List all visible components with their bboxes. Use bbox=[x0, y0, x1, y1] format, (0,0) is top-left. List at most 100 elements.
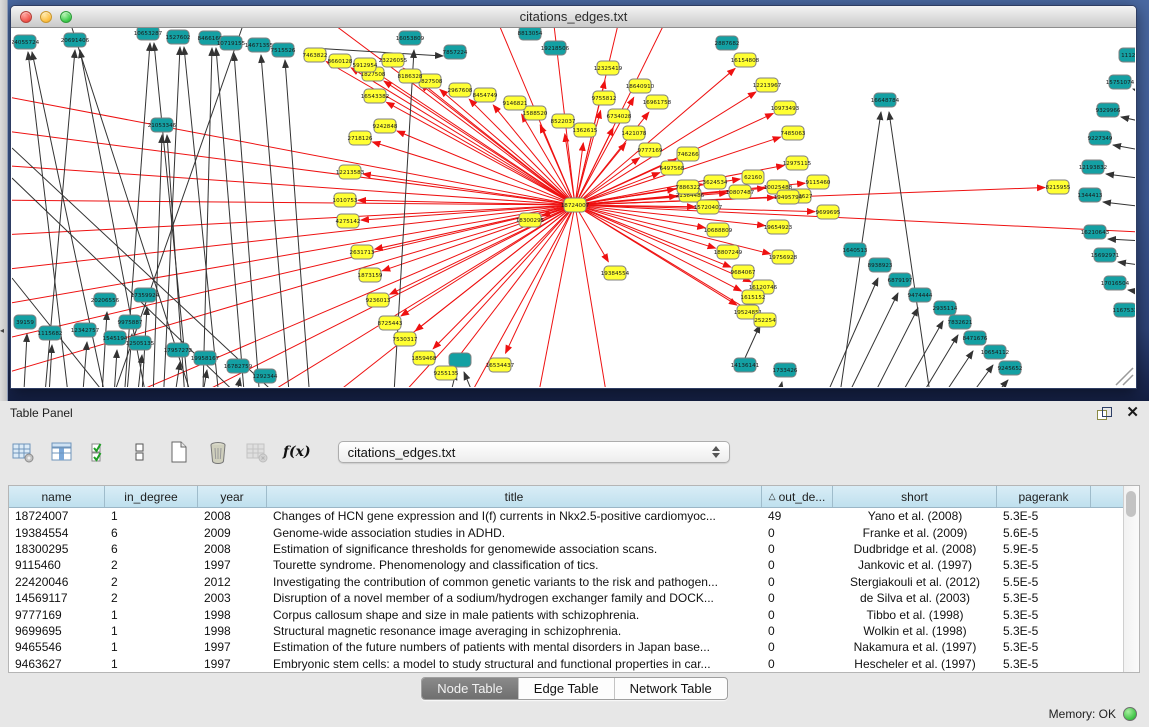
table-row[interactable]: 946362711997Embryonic stem cells: a mode… bbox=[9, 656, 1123, 672]
graph-node[interactable]: 23226055 bbox=[379, 53, 408, 67]
graph-node[interactable]: 24055724 bbox=[12, 35, 40, 49]
graph-node[interactable]: 1344413 bbox=[1078, 188, 1103, 202]
table-row[interactable]: 977716911998Corpus callosum shape and si… bbox=[9, 606, 1123, 622]
deselect-all-columns-icon[interactable] bbox=[127, 439, 153, 465]
graph-node[interactable]: 8186328 bbox=[398, 69, 423, 83]
window-resize-grip[interactable] bbox=[1116, 368, 1133, 385]
column-header-short[interactable]: short bbox=[833, 486, 997, 507]
graph-node[interactable]: 8471676 bbox=[963, 331, 988, 345]
table-row[interactable]: 1830029562008Estimation of significance … bbox=[9, 541, 1123, 557]
tab-node-table[interactable]: Node Table bbox=[422, 678, 518, 699]
graph-node[interactable]: 7530317 bbox=[393, 332, 418, 346]
graph-node[interactable]: 18807249 bbox=[714, 245, 743, 259]
minimize-window-button[interactable] bbox=[40, 11, 52, 23]
column-header-pagerank[interactable]: pagerank bbox=[997, 486, 1091, 507]
graph-node[interactable]: 9699695 bbox=[816, 205, 841, 219]
graph-node[interactable]: 2935114 bbox=[933, 301, 958, 315]
graph-node[interactable]: 16534437 bbox=[486, 358, 515, 372]
column-header-out_de[interactable]: △out_de... bbox=[762, 486, 833, 507]
graph-node[interactable]: 2887682 bbox=[715, 36, 740, 50]
control-panel-edge[interactable]: ◂ bbox=[0, 0, 8, 401]
graph-node[interactable]: 20206556 bbox=[91, 293, 120, 307]
graph-node[interactable]: 10653287 bbox=[134, 28, 163, 40]
graph-node[interactable]: 8454749 bbox=[473, 88, 498, 102]
graph-node[interactable]: 1545194 bbox=[103, 331, 128, 345]
graph-node[interactable]: 19218506 bbox=[541, 41, 570, 55]
column-header-name[interactable]: name bbox=[9, 486, 105, 507]
graph-node[interactable]: 9227349 bbox=[1088, 131, 1113, 145]
graph-node[interactable]: 9245652 bbox=[998, 361, 1023, 375]
graph-node[interactable]: 17359924 bbox=[131, 288, 160, 302]
select-all-columns-icon[interactable] bbox=[88, 439, 114, 465]
graph-node[interactable]: 16053809 bbox=[396, 31, 425, 45]
graph-node[interactable]: 4275142 bbox=[336, 214, 361, 228]
graph-node[interactable]: 9146821 bbox=[503, 96, 528, 110]
graph-node[interactable]: 15751074 bbox=[1106, 75, 1135, 89]
graph-node[interactable]: 16648784 bbox=[871, 93, 900, 107]
create-column-icon[interactable] bbox=[166, 439, 192, 465]
graph-node[interactable]: 10688809 bbox=[704, 223, 733, 237]
graph-node[interactable]: 9329966 bbox=[1096, 103, 1121, 117]
graph-node[interactable]: 12213967 bbox=[753, 78, 782, 92]
graph-node[interactable]: 12505135 bbox=[126, 336, 155, 350]
network-window-titlebar[interactable]: citations_edges.txt bbox=[11, 6, 1136, 28]
show-columns-icon[interactable] bbox=[49, 439, 75, 465]
graph-node[interactable]: 1733426 bbox=[773, 363, 798, 377]
graph-node[interactable]: 10807487 bbox=[726, 185, 755, 199]
table-row[interactable]: 1872400712008Changes of HCN gene express… bbox=[9, 508, 1123, 524]
graph-node[interactable]: 20691406 bbox=[61, 33, 90, 47]
graph-node[interactable]: 17016504 bbox=[1101, 276, 1130, 290]
graph-node[interactable]: 1421078 bbox=[622, 126, 647, 140]
graph-node[interactable]: 6497568 bbox=[660, 161, 685, 175]
graph-node[interactable]: 18300295 bbox=[516, 213, 545, 227]
graph-node[interactable]: 9242848 bbox=[373, 119, 398, 133]
graph-node[interactable]: 9755812 bbox=[592, 91, 617, 105]
network-canvas[interactable]: 18724007 24055724 20691406 106532871527602 8… bbox=[12, 28, 1135, 387]
graph-node[interactable]: 8813054 bbox=[518, 28, 543, 40]
graph-node[interactable]: 1167533 bbox=[1113, 303, 1135, 317]
graph-node[interactable]: 16961758 bbox=[643, 95, 672, 109]
table-mode-icon[interactable] bbox=[10, 439, 36, 465]
graph-node[interactable]: 6879197 bbox=[888, 273, 913, 287]
delete-column-icon[interactable] bbox=[205, 439, 231, 465]
graph-node[interactable]: 18724007 bbox=[561, 198, 590, 212]
graph-node[interactable]: 16154808 bbox=[731, 53, 760, 67]
graph-node[interactable]: 11127 bbox=[1119, 48, 1135, 62]
graph-node[interactable]: 7832621 bbox=[948, 315, 973, 329]
column-header-title[interactable]: title bbox=[267, 486, 762, 507]
table-row[interactable]: 946554611997Estimation of the future num… bbox=[9, 639, 1123, 655]
citation-network-graph[interactable]: 18724007 24055724 20691406 106532871527602 8… bbox=[12, 28, 1135, 387]
graph-node[interactable]: 3624534 bbox=[703, 175, 728, 189]
tab-edge-table[interactable]: Edge Table bbox=[518, 678, 614, 699]
graph-node[interactable]: 1527602 bbox=[166, 30, 191, 44]
graph-node[interactable]: 1640513 bbox=[843, 243, 868, 257]
close-panel-icon[interactable]: ✕ bbox=[1126, 406, 1139, 420]
graph-node[interactable]: 1115682 bbox=[38, 326, 63, 340]
graph-node[interactable]: 8215955 bbox=[1046, 180, 1071, 194]
graph-node[interactable]: 7886322 bbox=[676, 180, 701, 194]
graph-node[interactable]: 12975115 bbox=[783, 156, 812, 170]
graph-node[interactable]: 7857224 bbox=[443, 45, 468, 59]
graph-node[interactable]: 15720407 bbox=[694, 200, 723, 214]
table-select-dropdown[interactable]: citations_edges.txt bbox=[338, 441, 730, 463]
graph-node[interactable]: 6734028 bbox=[607, 109, 632, 123]
graph-node[interactable]: 12325419 bbox=[594, 61, 623, 75]
graph-node[interactable]: 9236013 bbox=[366, 293, 391, 307]
table-row[interactable]: 969969511998Structural magnetic resonanc… bbox=[9, 623, 1123, 639]
column-header-year[interactable]: year bbox=[198, 486, 267, 507]
zoom-window-button[interactable] bbox=[60, 11, 72, 23]
graph-node[interactable]: 12193832 bbox=[1079, 160, 1107, 174]
close-window-button[interactable] bbox=[20, 11, 32, 23]
table-row[interactable]: 1456911722003Disruption of a novel membe… bbox=[9, 590, 1123, 606]
network-window[interactable]: citations_edges.txt 18724007 24055724 2069… bbox=[10, 5, 1137, 389]
graph-node[interactable]: 1588520 bbox=[523, 106, 548, 120]
graph-node[interactable]: 1010753 bbox=[333, 193, 358, 207]
column-header-in_degree[interactable]: in_degree bbox=[105, 486, 198, 507]
graph-node[interactable]: 7515526 bbox=[271, 43, 296, 57]
graph-node[interactable]: 1362615 bbox=[573, 123, 598, 137]
graph-node[interactable]: 2718126 bbox=[348, 131, 373, 145]
graph-node[interactable]: 14671355 bbox=[245, 38, 274, 52]
graph-node[interactable]: 8522037 bbox=[551, 114, 576, 128]
graph-node[interactable]: 8725443 bbox=[378, 316, 403, 330]
graph-node[interactable]: 2631713 bbox=[350, 245, 375, 259]
